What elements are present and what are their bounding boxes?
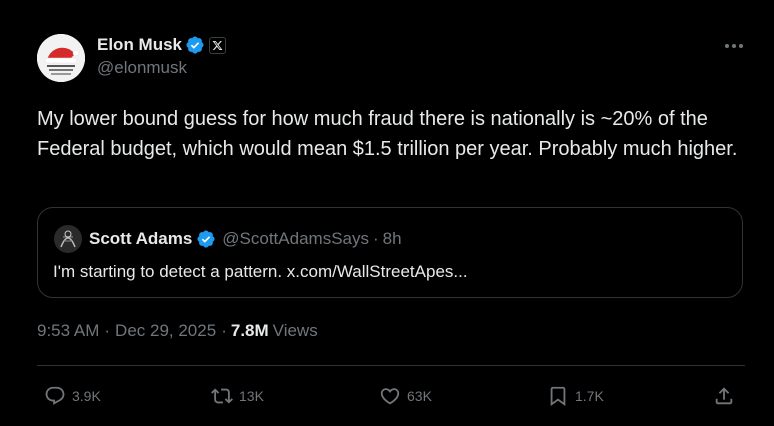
- quote-timestamp[interactable]: 8h: [383, 229, 402, 249]
- heart-icon: [380, 388, 400, 405]
- author-avatar-image: [37, 34, 85, 82]
- tweet-date[interactable]: Dec 29, 2025: [115, 321, 216, 341]
- verified-badge-icon[interactable]: [185, 35, 205, 55]
- quote-avatar-image: [54, 225, 82, 253]
- more-horizontal-icon: [725, 44, 743, 48]
- quote-author-avatar[interactable]: [54, 225, 82, 253]
- author-name-row: Elon Musk: [97, 34, 227, 56]
- x-affiliate-badge-icon[interactable]: [209, 36, 227, 54]
- more-options-button[interactable]: [722, 36, 746, 56]
- views-count[interactable]: 7.8M: [231, 321, 269, 341]
- reply-count: 3.9K: [72, 388, 101, 404]
- tweet-time[interactable]: 9:53 AM: [37, 321, 99, 341]
- quoted-tweet[interactable]: Scott Adams @ScottAdamsSays · 8h I'm sta…: [37, 207, 743, 298]
- repost-icon: [211, 388, 233, 404]
- quote-text: I'm starting to detect a pattern. x.com/…: [53, 262, 468, 281]
- action-bar: 3.9K 13K 63K 1.7K: [37, 382, 745, 410]
- bookmark-icon: [550, 386, 566, 407]
- author-block: Elon Musk @elonmusk: [97, 34, 227, 78]
- tweet-text: My lower bound guess for how much fraud …: [37, 108, 738, 160]
- like-button[interactable]: 63K: [379, 382, 432, 410]
- meta-separator-2: ·: [221, 321, 227, 340]
- views-label: Views: [272, 321, 318, 340]
- divider: [37, 365, 745, 366]
- author-handle[interactable]: @elonmusk: [97, 58, 226, 78]
- quote-header: Scott Adams @ScottAdamsSays · 8h: [89, 227, 402, 251]
- tweet-card: Elon Musk @elonmusk My lower bound guess…: [0, 0, 774, 426]
- repost-button[interactable]: 13K: [211, 382, 264, 410]
- reply-icon: [45, 386, 65, 405]
- author-display-name[interactable]: Elon Musk: [97, 35, 182, 55]
- share-icon: [715, 387, 733, 405]
- repost-count: 13K: [239, 388, 264, 404]
- like-count: 63K: [407, 388, 432, 404]
- reply-button[interactable]: 3.9K: [44, 382, 101, 410]
- share-button[interactable]: [713, 382, 735, 410]
- quote-separator: ·: [372, 229, 379, 248]
- quote-author-handle[interactable]: @ScottAdamsSays: [222, 229, 369, 249]
- quote-verified-badge-icon[interactable]: [196, 229, 216, 249]
- quote-author-name[interactable]: Scott Adams: [89, 229, 192, 249]
- author-avatar[interactable]: [37, 34, 85, 82]
- bookmark-count: 1.7K: [575, 388, 604, 404]
- bookmark-button[interactable]: 1.7K: [547, 382, 604, 410]
- tweet-meta: 9:53 AM · Dec 29, 2025 · 7.8M Views: [37, 321, 318, 341]
- meta-separator: ·: [104, 321, 111, 340]
